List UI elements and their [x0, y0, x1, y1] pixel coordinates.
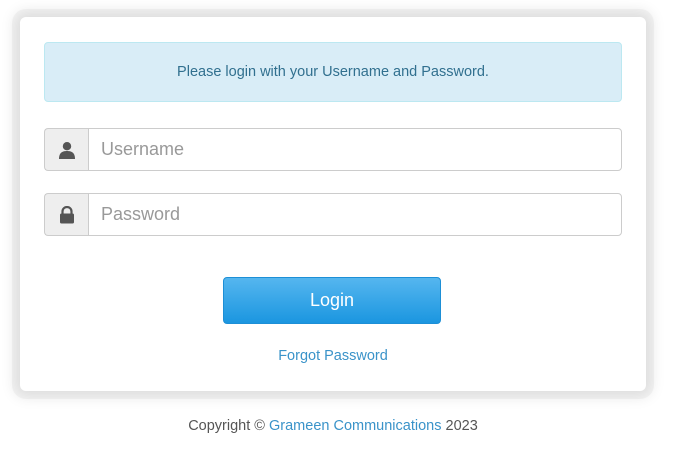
copyright-footer: Copyright © Grameen Communications 2023 [0, 418, 666, 434]
forgot-password-link[interactable]: Forgot Password [20, 348, 646, 364]
login-button[interactable]: Login [223, 277, 441, 324]
copyright-year: 2023 [445, 418, 478, 434]
password-field-group [44, 193, 622, 236]
login-info-alert: Please login with your Username and Pass… [44, 42, 622, 102]
login-card: Please login with your Username and Pass… [20, 17, 646, 391]
username-input[interactable] [88, 128, 622, 171]
copyright-prefix: Copyright © [188, 418, 265, 434]
user-icon [44, 128, 88, 171]
password-input[interactable] [88, 193, 622, 236]
login-info-text: Please login with your Username and Pass… [177, 64, 489, 80]
company-link[interactable]: Grameen Communications [269, 418, 441, 434]
login-page: Please login with your Username and Pass… [0, 0, 700, 450]
username-field-group [44, 128, 622, 171]
lock-icon [44, 193, 88, 236]
